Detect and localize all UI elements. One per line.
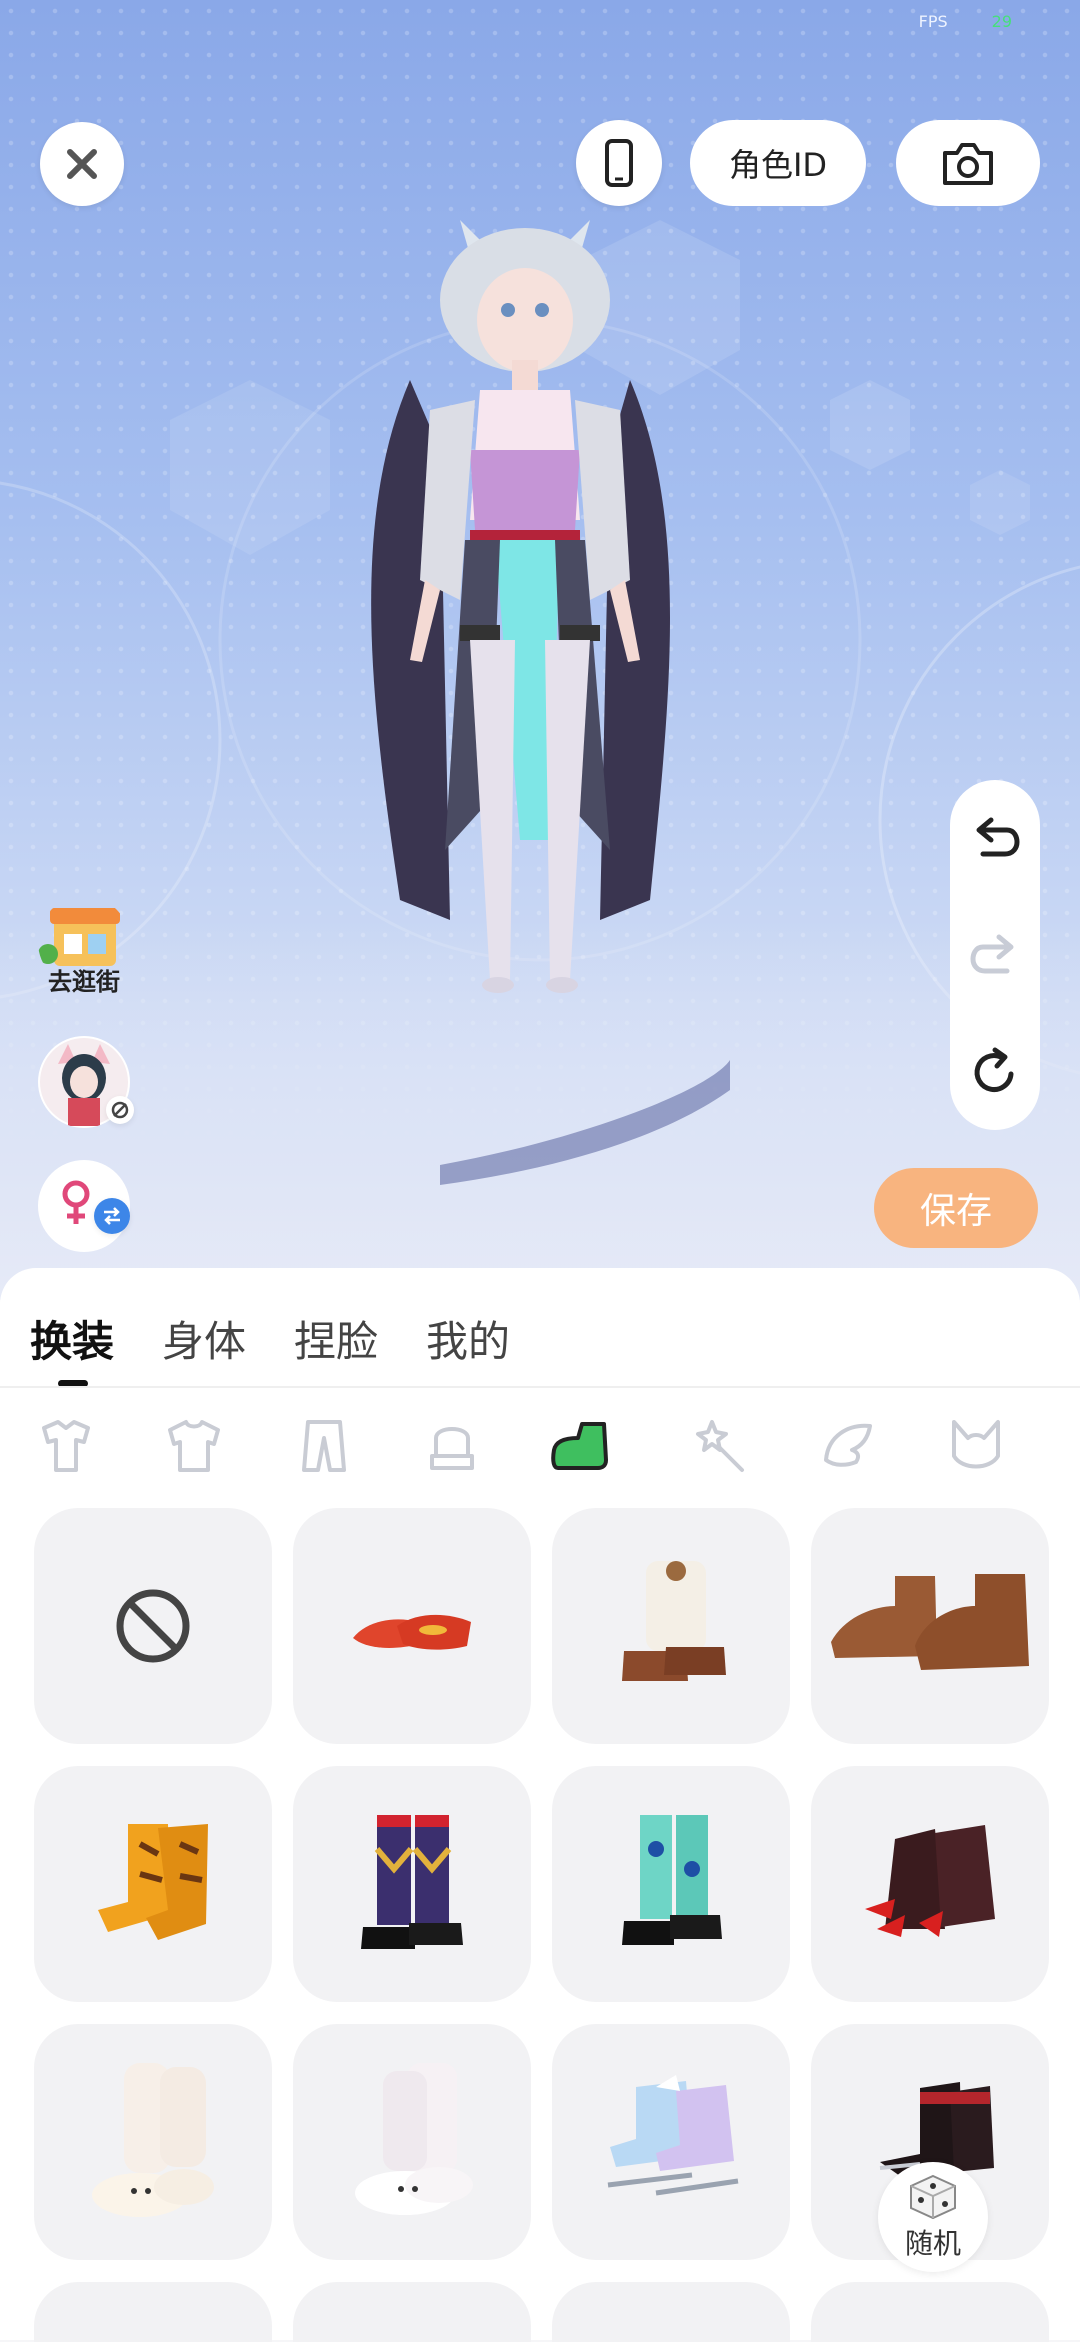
pants-icon xyxy=(302,1420,346,1472)
tab-face[interactable]: 捏脸 xyxy=(294,1308,378,1369)
avatar-character[interactable] xyxy=(330,200,730,1190)
role-id-label: 角色ID xyxy=(728,146,828,184)
item-partial[interactable] xyxy=(293,2282,531,2342)
item-eye-socks[interactable] xyxy=(552,1766,790,2002)
item-bunny-slippers[interactable] xyxy=(34,2024,272,2260)
category-handheld[interactable] xyxy=(688,1414,752,1478)
wing-icon xyxy=(824,1423,872,1467)
tiger-boots-image xyxy=(98,1824,208,1940)
tab-bar: 换装 身体 捏脸 我的 xyxy=(30,1308,510,1369)
tab-body[interactable]: 身体 xyxy=(162,1308,246,1369)
shoe-icon xyxy=(551,1422,608,1470)
item-paw-shoes[interactable] xyxy=(811,1508,1049,1744)
item-none[interactable] xyxy=(34,1508,272,1744)
swap-badge[interactable] xyxy=(94,1198,130,1234)
role-id-button[interactable]: 角色ID xyxy=(690,120,866,206)
item-fur-boots[interactable] xyxy=(552,1508,790,1744)
outfit-set-icon xyxy=(42,1420,90,1472)
edit-history-controls xyxy=(950,780,1040,1130)
visibility-off-icon xyxy=(111,1101,129,1119)
cat-slippers-image xyxy=(355,2063,473,2215)
fps-label: FPS xyxy=(918,12,948,31)
bunny-slippers-image xyxy=(92,2063,214,2217)
close-icon xyxy=(67,149,97,179)
holographic-skates-image xyxy=(607,2075,739,2196)
save-button[interactable]: 保存 xyxy=(874,1168,1038,1248)
category-top[interactable] xyxy=(162,1414,226,1478)
category-headwear[interactable] xyxy=(944,1414,1008,1478)
paw-shoes-image xyxy=(831,1574,1029,1670)
item-cat-slippers[interactable] xyxy=(293,2024,531,2260)
shirt-icon xyxy=(168,1420,220,1472)
item-partial[interactable] xyxy=(552,2282,790,2342)
red-flats-image xyxy=(353,1614,471,1650)
close-button[interactable] xyxy=(40,122,124,206)
none-icon xyxy=(116,1589,190,1663)
tab-mine[interactable]: 我的 xyxy=(426,1308,510,1369)
headwear-icon xyxy=(952,1420,1000,1469)
save-label: 保存 xyxy=(919,1191,992,1232)
rotate-reset-icon[interactable] xyxy=(967,1044,1023,1100)
category-bar xyxy=(0,1414,1080,1484)
tab-outfit[interactable]: 换装 xyxy=(30,1308,114,1369)
category-bottoms[interactable] xyxy=(292,1414,356,1478)
fps-counter: FPS 29 xyxy=(919,12,1012,31)
glove-icon xyxy=(430,1427,474,1470)
random-label: 随机 xyxy=(904,2227,961,2260)
item-holo-skates[interactable] xyxy=(552,2024,790,2260)
item-tiger-boots[interactable] xyxy=(34,1766,272,2002)
item-partial[interactable] xyxy=(811,2282,1049,2342)
wand-icon xyxy=(696,1420,744,1472)
phone-icon xyxy=(605,139,633,187)
claw-feet-image xyxy=(865,1825,995,1937)
shop-label: 去逛街 xyxy=(48,968,120,996)
swap-icon xyxy=(104,1207,120,1225)
fps-value: 29 xyxy=(991,12,1012,31)
item-red-flats[interactable] xyxy=(293,1508,531,1744)
category-gloves[interactable] xyxy=(420,1414,484,1478)
item-claw-feet[interactable] xyxy=(811,1766,1049,2002)
hide-avatar-badge[interactable] xyxy=(106,1096,134,1124)
random-button[interactable]: 随机 xyxy=(878,2162,988,2272)
dice-icon xyxy=(910,2174,956,2220)
fur-boots-image xyxy=(622,1561,726,1681)
category-outfit-set[interactable] xyxy=(34,1414,98,1478)
eye-socks-image xyxy=(622,1815,722,1945)
category-back[interactable] xyxy=(816,1414,880,1478)
camera-icon xyxy=(943,143,993,185)
camera-button[interactable] xyxy=(896,120,1040,206)
argyle-socks-image xyxy=(361,1815,463,1949)
redo-icon[interactable] xyxy=(967,927,1023,983)
item-partial[interactable] xyxy=(34,2282,272,2342)
divider xyxy=(0,1386,1080,1388)
phone-view-button[interactable] xyxy=(576,120,662,206)
undo-icon[interactable] xyxy=(967,810,1023,866)
item-argyle-socks[interactable] xyxy=(293,1766,531,2002)
category-shoes[interactable] xyxy=(548,1414,612,1478)
